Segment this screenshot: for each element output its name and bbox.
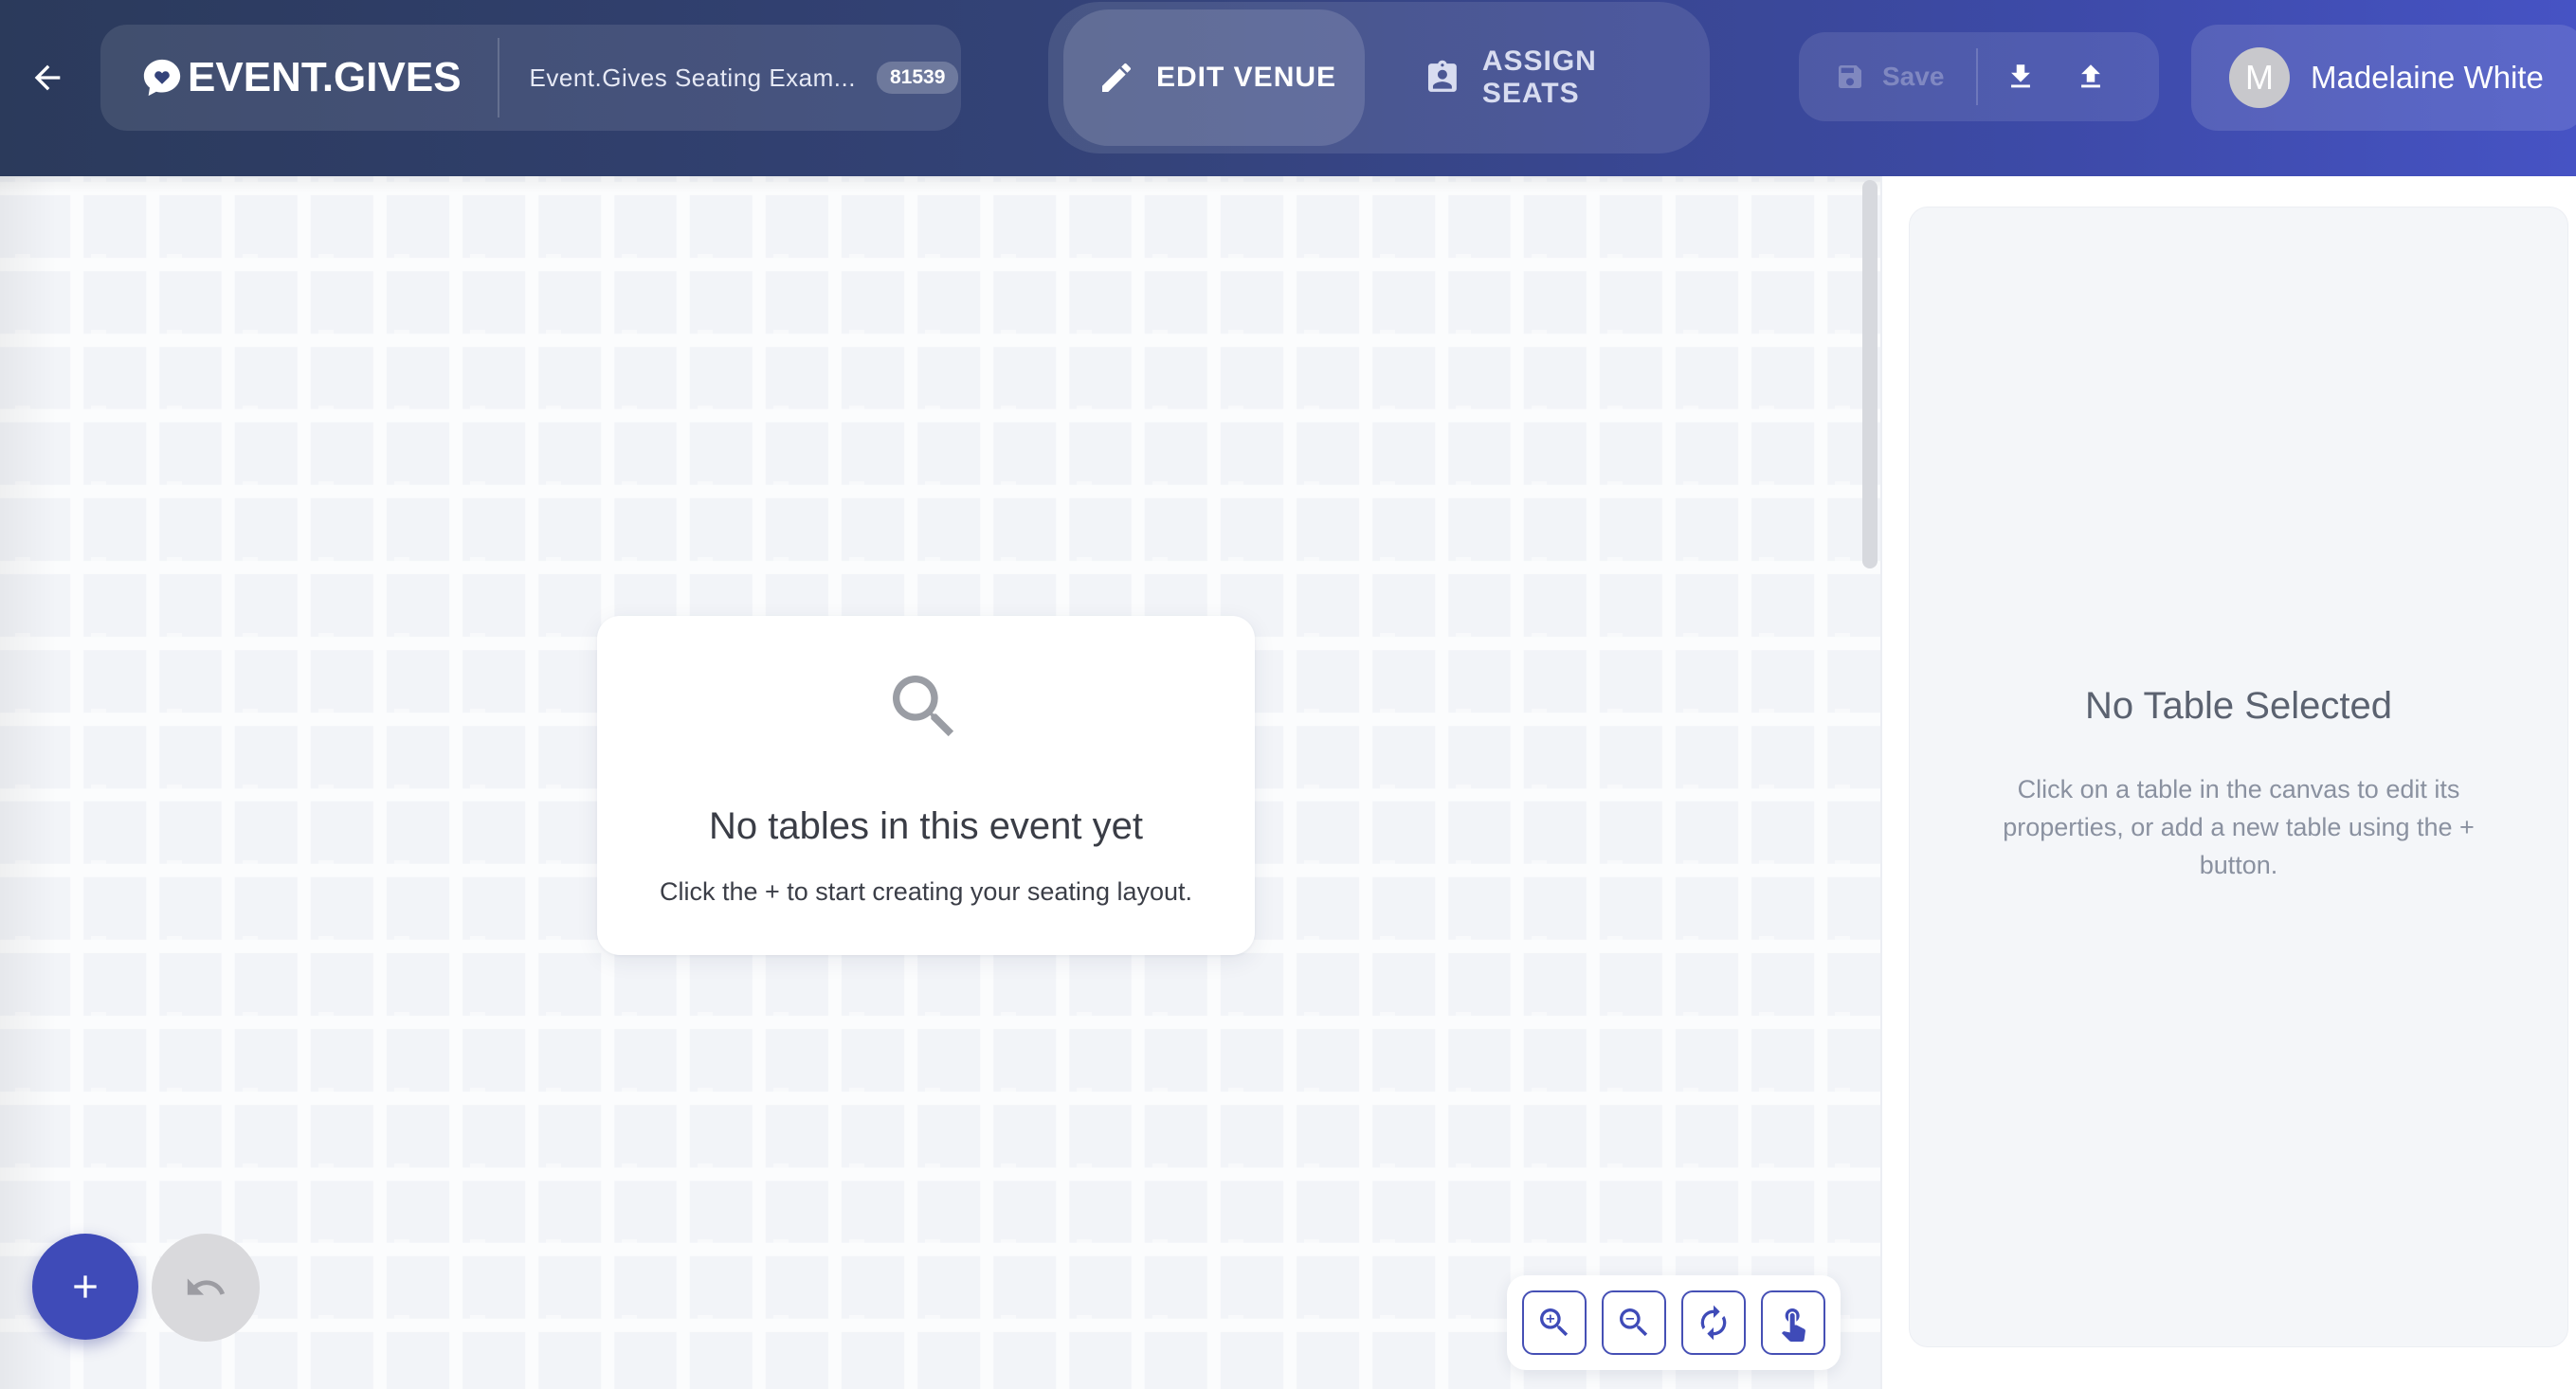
file-actions-group: Save [1799, 32, 2159, 121]
pencil-icon [1102, 63, 1131, 92]
download-icon [2011, 64, 2031, 88]
zoom-out-icon [1620, 1308, 1648, 1337]
logo-text: EVENT.GIVES [188, 54, 462, 100]
arrow-left-icon [34, 64, 61, 91]
zoom-toolbar [1507, 1275, 1841, 1370]
edit-venue-tab[interactable]: EDIT VENUE [1063, 9, 1365, 146]
download-button[interactable] [1995, 51, 2046, 102]
zoom-in-button[interactable] [1522, 1290, 1587, 1355]
table-properties-panel: No Table Selected Click on a table in th… [1909, 207, 2568, 1347]
event-id-badge: 81539 [876, 62, 959, 94]
back-button[interactable] [23, 53, 72, 102]
assign-seats-label: ASSIGN SEATS [1481, 45, 1597, 109]
empty-state-title: No tables in this event yet [708, 805, 1144, 847]
canvas-scrollbar[interactable] [1862, 180, 1878, 568]
user-name: Madelaine White [2311, 60, 2544, 95]
top-header: EVENT.GIVES Event.Gives Seating Exam... … [0, 0, 2576, 176]
avatar: M [2229, 47, 2290, 108]
assign-seats-tab[interactable]: ASSIGN SEATS [1389, 9, 1702, 146]
upload-button[interactable] [2065, 51, 2116, 102]
clipboard-user-icon [1427, 60, 1457, 92]
plus-icon [74, 1275, 97, 1298]
event-name: Event.Gives Seating Exam... [529, 63, 856, 92]
event-brand-pill: EVENT.GIVES Event.Gives Seating Exam... … [100, 25, 961, 131]
empty-state-card: No tables in this event yet Click the + … [597, 616, 1255, 955]
canvas-top-shadow [0, 176, 1880, 193]
save-label: Save [1882, 62, 1945, 91]
panel-description: Click on a table in the canvas to edit i… [2003, 775, 2475, 879]
undo-icon [187, 1278, 226, 1295]
reset-view-button[interactable] [1681, 1290, 1746, 1355]
heart-chat-logo-icon [143, 59, 181, 97]
reset-rotate-icon [1700, 1305, 1727, 1341]
add-table-button[interactable] [32, 1234, 138, 1340]
upload-icon [2081, 64, 2101, 88]
search-icon [893, 676, 954, 737]
edit-venue-label: EDIT VENUE [1156, 62, 1337, 93]
divider [1976, 48, 1979, 105]
divider [497, 38, 499, 117]
canvas-edge-shadow [0, 176, 57, 1389]
user-menu[interactable]: M Madelaine White [2191, 25, 2576, 131]
zoom-out-button[interactable] [1602, 1290, 1666, 1355]
pan-tool-button[interactable] [1761, 1290, 1825, 1355]
panel-title: No Table Selected [2085, 685, 2392, 727]
empty-state-subtitle: Click the + to start creating your seati… [659, 877, 1193, 906]
save-button[interactable]: Save [1835, 62, 1944, 92]
floppy-disk-icon [1839, 65, 1861, 88]
zoom-in-icon [1540, 1308, 1569, 1337]
pan-hand-icon [1781, 1308, 1805, 1342]
undo-button[interactable] [152, 1234, 260, 1342]
brand-logo[interactable]: EVENT.GIVES [140, 49, 462, 106]
mode-toggle-group: EDIT VENUE ASSIGN SEATS [1048, 2, 1710, 153]
